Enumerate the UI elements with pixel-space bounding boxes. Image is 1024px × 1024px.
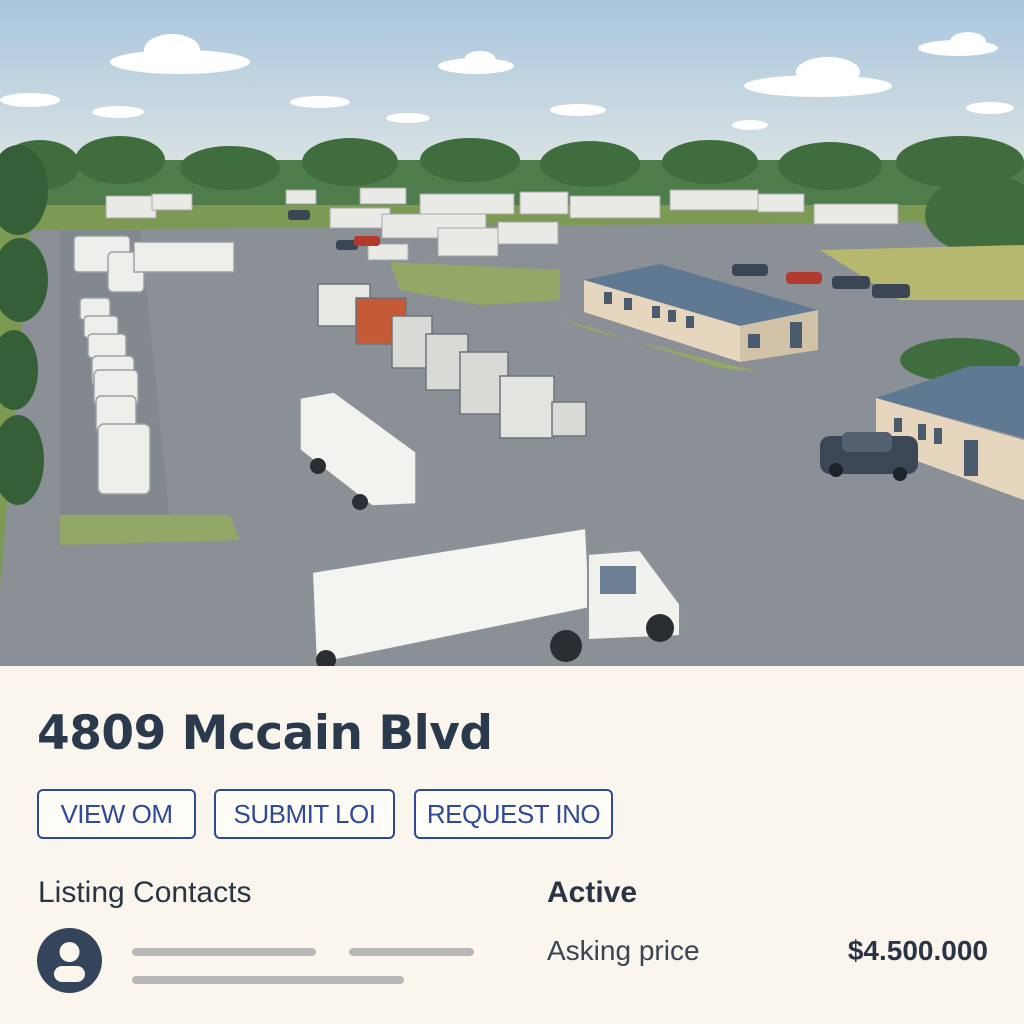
property-address: 4809 Mccain Blvd (37, 706, 493, 761)
asking-price-label: Asking price (547, 935, 700, 966)
view-om-button[interactable]: VIEW OM (37, 789, 196, 839)
request-info-button[interactable]: REQUEST INO (414, 789, 613, 839)
property-hero-image (0, 0, 1024, 666)
asking-price-value: $4.500.000 (847, 935, 988, 966)
user-icon[interactable] (37, 928, 102, 993)
aerial-photo (0, 0, 1024, 666)
submit-loi-button[interactable]: SUBMIT LOI (214, 789, 395, 839)
contact-phone-placeholder (349, 948, 474, 956)
listing-contacts-heading: Listing Contacts (38, 876, 252, 909)
user-icon-glyph (54, 942, 85, 982)
contact-name-placeholder (132, 948, 316, 956)
listing-status: Active (547, 876, 638, 909)
contact-email-placeholder (132, 976, 404, 984)
listing-panel: 4809 Mccain Blvd VIEW OM SUBMIT LOI REQU… (0, 666, 1024, 1024)
